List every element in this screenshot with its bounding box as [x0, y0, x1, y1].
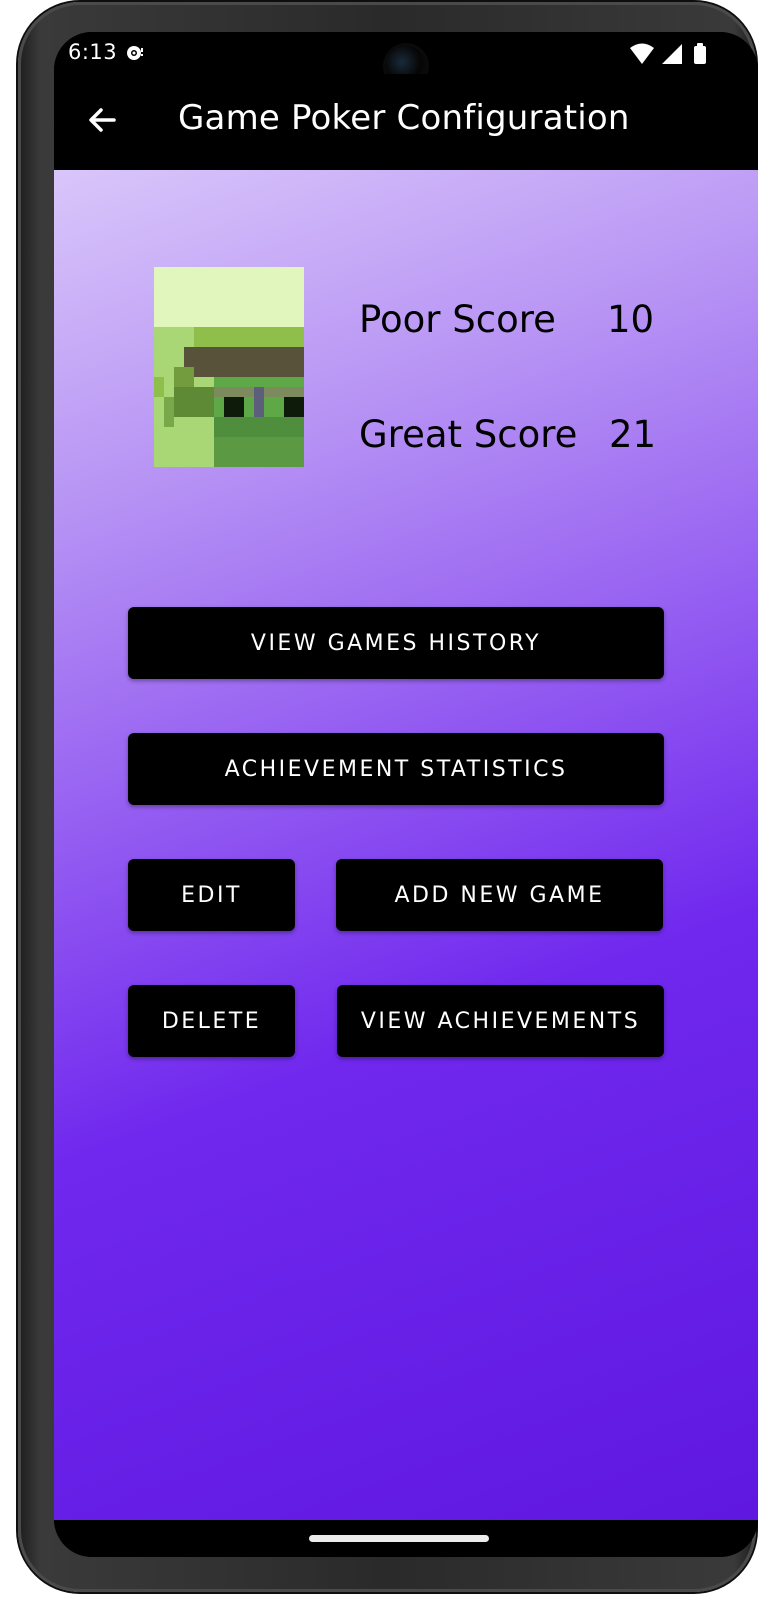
status-icons	[628, 42, 718, 66]
phone-screen: 6:13 Game Poker Configuration Poor Score…	[54, 32, 758, 1557]
poor-score-label: Poor Score	[359, 298, 556, 341]
phone-frame: 6:13 Game Poker Configuration Poor Score…	[18, 2, 758, 1592]
wifi-icon	[630, 43, 654, 64]
home-gesture-handle[interactable]	[309, 1535, 489, 1542]
signal-icon	[662, 44, 682, 64]
navigation-bar	[54, 1520, 758, 1557]
back-button[interactable]	[82, 100, 122, 140]
poor-score-value: 10	[607, 298, 655, 341]
status-time: 6:13	[68, 40, 118, 64]
great-score-value: 21	[609, 413, 657, 456]
arrow-back-icon	[89, 108, 116, 132]
app-bar: Game Poker Configuration	[54, 74, 758, 170]
add-new-game-button[interactable]: ADD NEW GAME	[336, 859, 663, 931]
status-bar: 6:13	[54, 32, 758, 86]
great-score-label: Great Score	[359, 413, 578, 456]
battery-icon	[694, 43, 706, 64]
game-avatar-image	[154, 267, 304, 467]
view-achievements-button[interactable]: VIEW ACHIEVEMENTS	[337, 985, 664, 1057]
delete-button[interactable]: DELETE	[128, 985, 295, 1057]
podcast-icon	[126, 44, 144, 62]
edit-button[interactable]: EDIT	[128, 859, 295, 931]
main-content: Poor Score 10 Great Score 21 VIEW GAMES …	[54, 170, 758, 1520]
view-games-history-button[interactable]: VIEW GAMES HISTORY	[128, 607, 664, 679]
achievement-statistics-button[interactable]: ACHIEVEMENT STATISTICS	[128, 733, 664, 805]
page-title: Game Poker Configuration	[178, 98, 630, 138]
